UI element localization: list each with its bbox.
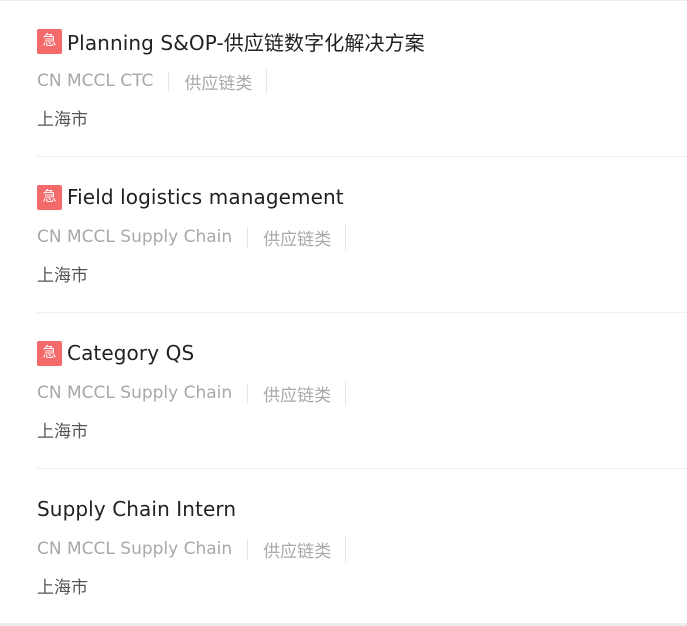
job-category: 供应链类 <box>169 68 268 94</box>
job-title-row: Supply Chain Intern <box>37 495 236 523</box>
job-department: CN MCCL Supply Chain <box>37 383 249 403</box>
job-item[interactable]: 急 Field logistics management CN MCCL Sup… <box>0 157 687 313</box>
urgent-badge: 急 <box>37 28 62 54</box>
job-location: 上海市 <box>37 578 88 598</box>
job-category: 供应链类 <box>248 224 347 250</box>
job-title[interactable]: Field logistics management <box>67 185 344 209</box>
job-location: 上海市 <box>37 422 88 442</box>
job-category: 供应链类 <box>248 380 347 406</box>
job-title-row: 急 Field logistics management <box>37 183 344 211</box>
job-location: 上海市 <box>37 110 88 130</box>
job-item[interactable]: Supply Chain Intern CN MCCL Supply Chain… <box>0 469 687 625</box>
job-meta: CN MCCL Supply Chain 供应链类 <box>37 536 347 562</box>
job-department: CN MCCL Supply Chain <box>37 539 249 559</box>
job-title[interactable]: Planning S&OP-供应链数字化解决方案 <box>67 27 425 56</box>
job-title[interactable]: Category QS <box>67 341 194 365</box>
job-department: CN MCCL CTC <box>37 71 170 91</box>
job-list: 急 Planning S&OP-供应链数字化解决方案 CN MCCL CTC 供… <box>0 0 687 626</box>
job-title-row: 急 Planning S&OP-供应链数字化解决方案 <box>37 27 425 55</box>
job-title[interactable]: Supply Chain Intern <box>37 497 236 521</box>
job-department: CN MCCL Supply Chain <box>37 227 249 247</box>
job-title-row: 急 Category QS <box>37 339 194 367</box>
job-item[interactable]: 急 Planning S&OP-供应链数字化解决方案 CN MCCL CTC 供… <box>0 1 687 157</box>
job-meta: CN MCCL Supply Chain 供应链类 <box>37 224 347 250</box>
job-meta: CN MCCL CTC 供应链类 <box>37 68 268 94</box>
urgent-badge: 急 <box>37 184 62 210</box>
urgent-badge: 急 <box>37 340 62 366</box>
job-item[interactable]: 急 Category QS CN MCCL Supply Chain 供应链类 … <box>0 313 687 469</box>
job-meta: CN MCCL Supply Chain 供应链类 <box>37 380 347 406</box>
job-location: 上海市 <box>37 266 88 286</box>
job-category: 供应链类 <box>248 536 347 562</box>
